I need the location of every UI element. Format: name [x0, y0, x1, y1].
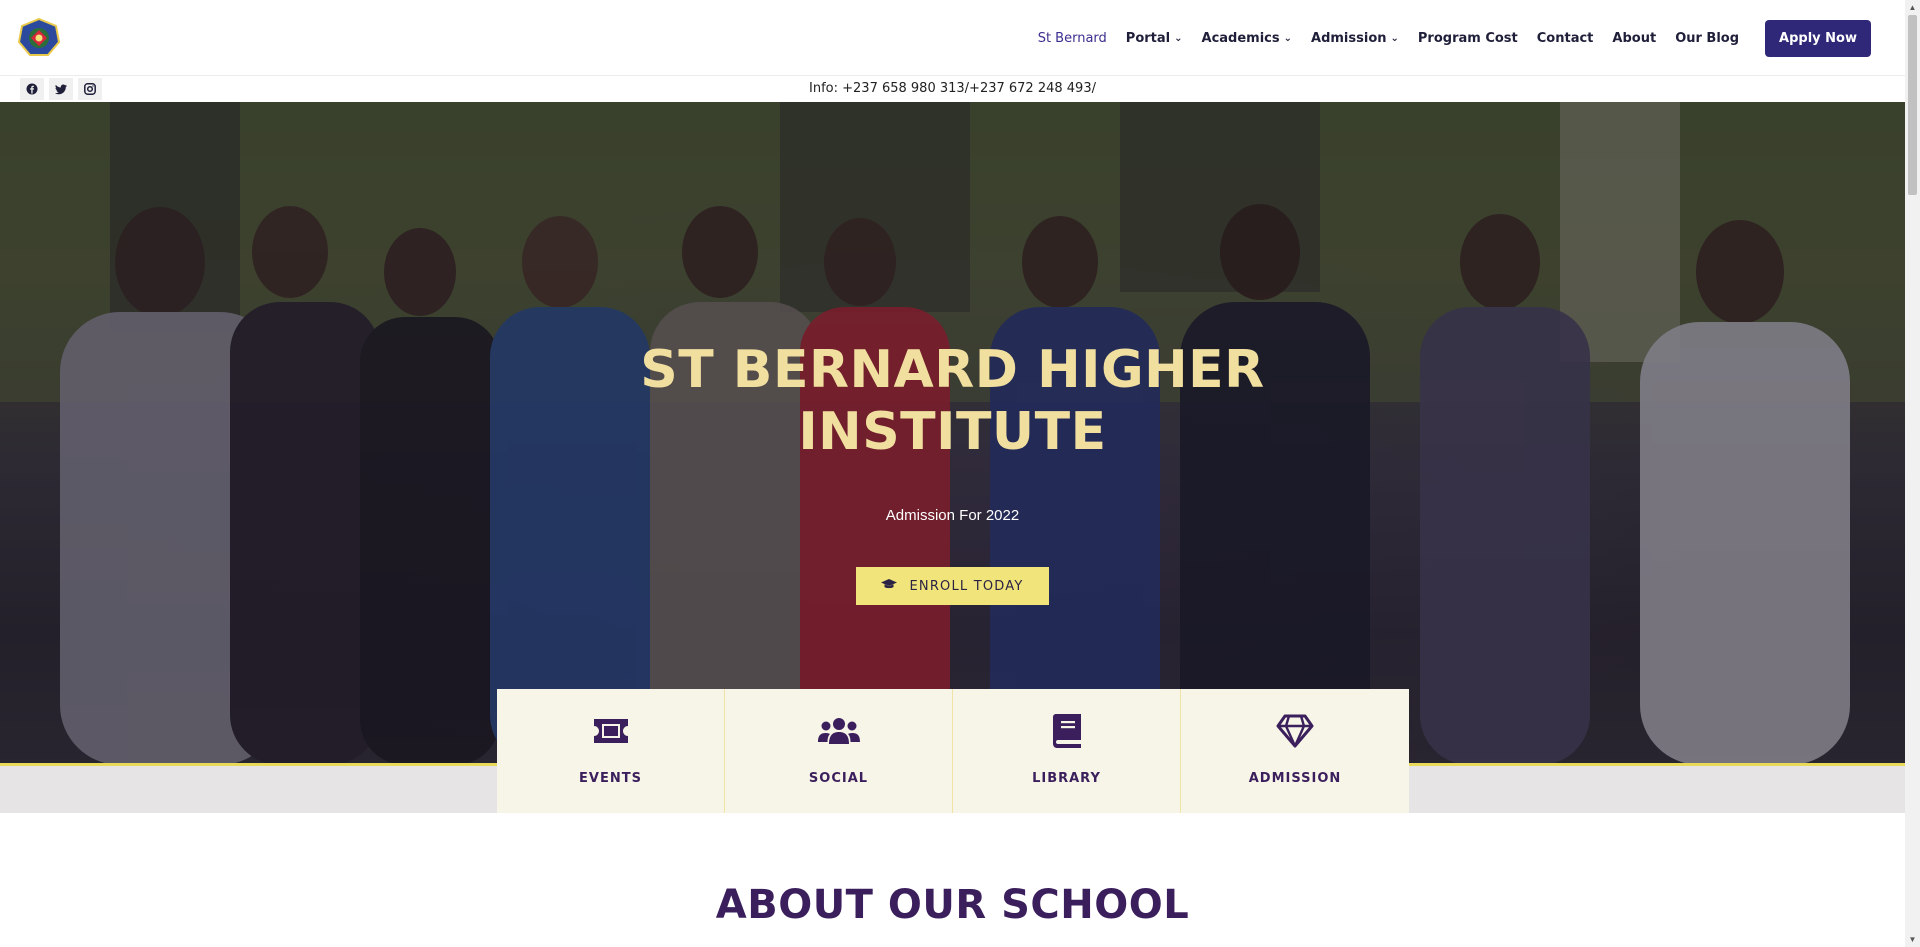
hero-title: ST BERNARD HIGHER INSTITUTE — [640, 340, 1265, 462]
nav-st-bernard[interactable]: St Bernard — [1038, 31, 1107, 46]
hero-banner: ST BERNARD HIGHER INSTITUTE Admission Fo… — [0, 102, 1905, 765]
nav-contact[interactable]: Contact — [1537, 31, 1594, 46]
nav-our-blog[interactable]: Our Blog — [1675, 31, 1739, 46]
scroll-up-arrow-icon[interactable]: ▲ — [1905, 0, 1920, 15]
site-header: St Bernard Portal ⌄ Academics ⌄ Admission ⌄… — [0, 0, 1905, 76]
feature-boxes: EVENTS SOCIAL LIBRARY ADMISSION — [497, 689, 1409, 813]
feature-label: SOCIAL — [808, 771, 869, 786]
graduation-cap-icon — [881, 578, 898, 594]
nav-label: About — [1612, 30, 1657, 46]
ticket-icon — [589, 713, 633, 749]
diamond-icon — [1273, 713, 1317, 749]
chevron-down-icon: ⌄ — [1283, 32, 1293, 44]
main-nav: St Bernard Portal ⌄ Academics ⌄ Admission ⌄… — [1019, 19, 1871, 57]
nav-label: Program Cost — [1417, 30, 1518, 46]
about-section-title: ABOUT OUR SCHOOL — [715, 882, 1190, 928]
nav-portal[interactable]: Portal ⌄ — [1126, 31, 1183, 46]
scroll-down-arrow-icon[interactable]: ▼ — [1905, 932, 1920, 947]
chevron-down-icon: ⌄ — [1390, 32, 1399, 44]
feature-social[interactable]: SOCIAL — [725, 689, 953, 813]
enroll-label: ENROLL TODAY — [909, 578, 1024, 594]
page-scrollbar[interactable]: ▲ ▼ — [1905, 0, 1920, 947]
feature-library[interactable]: LIBRARY — [953, 689, 1181, 813]
info-topbar: Info: +237 658 980 313/+237 672 248 493/ — [0, 76, 1905, 102]
feature-label: ADMISSION — [1248, 771, 1342, 786]
nav-admission[interactable]: Admission ⌄ — [1311, 31, 1399, 46]
enroll-today-button[interactable]: ENROLL TODAY — [856, 567, 1049, 605]
contact-info: Info: +237 658 980 313/+237 672 248 493/ — [809, 81, 1096, 96]
book-icon — [1045, 713, 1089, 749]
school-logo[interactable] — [17, 17, 61, 58]
feature-events[interactable]: EVENTS — [497, 689, 725, 813]
nav-label: Academics — [1201, 30, 1280, 46]
nav-program-cost[interactable]: Program Cost — [1418, 31, 1518, 46]
nav-label: Portal — [1125, 30, 1171, 46]
apply-now-button[interactable]: Apply Now — [1765, 19, 1871, 57]
feature-label: EVENTS — [579, 771, 642, 786]
nav-label: Admission — [1311, 30, 1387, 46]
nav-label: Our Blog — [1675, 30, 1740, 46]
feature-admission[interactable]: ADMISSION — [1181, 689, 1409, 813]
nav-academics[interactable]: Academics ⌄ — [1202, 31, 1293, 46]
users-icon — [817, 713, 861, 749]
nav-label: Contact — [1536, 30, 1594, 46]
nav-label: St Bernard — [1037, 30, 1107, 46]
hero-subtitle: Admission For 2022 — [885, 507, 1020, 524]
feature-label: LIBRARY — [1032, 771, 1101, 786]
chevron-down-icon: ⌄ — [1174, 32, 1183, 44]
nav-about[interactable]: About — [1612, 31, 1656, 46]
scrollbar-thumb[interactable] — [1908, 15, 1917, 195]
